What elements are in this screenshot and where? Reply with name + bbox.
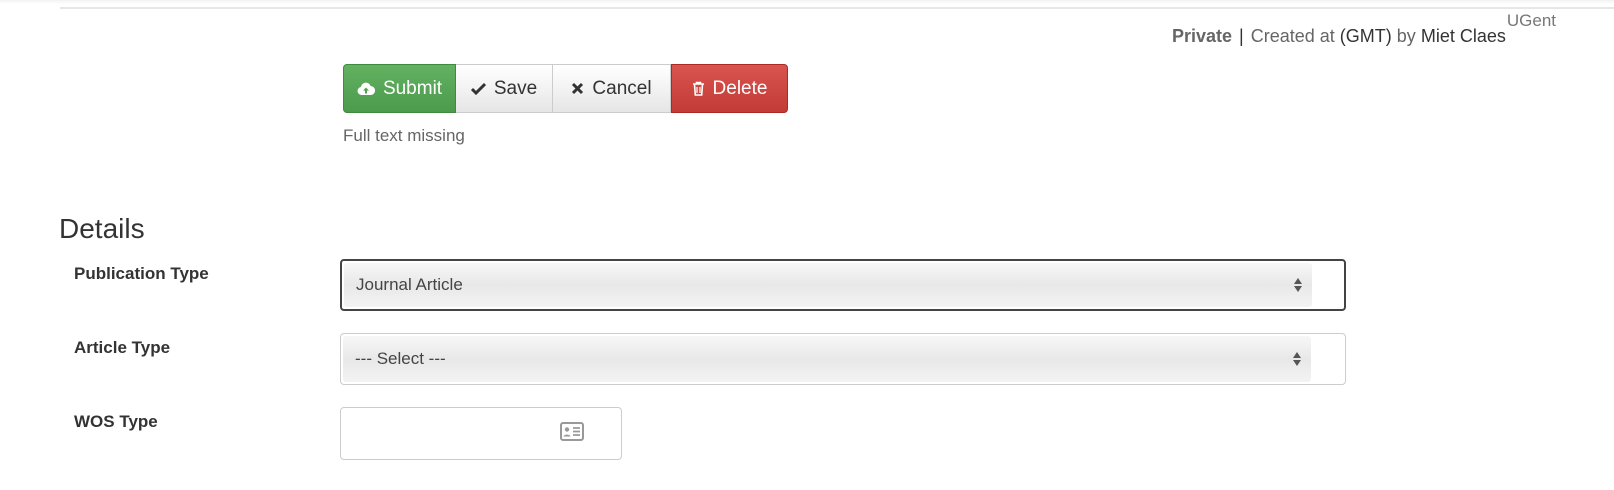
select-arrows-icon [1294,278,1302,292]
top-divider [60,7,1614,9]
delete-label: Delete [712,77,768,99]
wos-type-label: WOS Type [74,412,158,431]
trash-icon [692,81,705,96]
wos-type-input[interactable] [340,407,622,460]
x-icon [571,82,584,95]
created-label: Created at [1250,26,1335,46]
record-meta: Private | Created at (GMT) by Miet Claes… [1171,11,1556,47]
publication-type-value: Journal Article [356,275,463,294]
article-type-value: --- Select --- [355,349,446,368]
article-type-label: Article Type [74,338,171,357]
article-type-select[interactable]: --- Select --- [340,333,1346,385]
check-icon [470,82,486,95]
timezone-label: (GMT) [1339,26,1392,46]
submit-button[interactable]: Submit [343,64,456,113]
cancel-button[interactable]: Cancel [553,64,671,113]
publication-type-select[interactable]: Journal Article [340,259,1346,311]
status-label: Private [1171,26,1232,46]
delete-button[interactable]: Delete [671,64,788,113]
publication-type-label: Publication Type [74,264,209,283]
action-button-group: Submit Save Cancel Delete [343,64,788,113]
cloud-upload-icon [357,82,375,96]
details-heading: Details [59,213,145,244]
save-button[interactable]: Save [456,64,553,113]
by-label: by [1396,26,1416,46]
meta-separator: | [1239,26,1244,46]
full-text-missing-note: Full text missing [343,126,465,145]
cancel-label: Cancel [592,77,652,99]
save-label: Save [493,77,538,99]
select-arrows-icon [1293,352,1301,366]
user-name: Miet Claes [1420,26,1506,46]
id-card-icon [560,422,584,446]
org-label: UGent [1506,11,1556,30]
submit-label: Submit [382,77,443,99]
top-shadow [0,0,1614,4]
